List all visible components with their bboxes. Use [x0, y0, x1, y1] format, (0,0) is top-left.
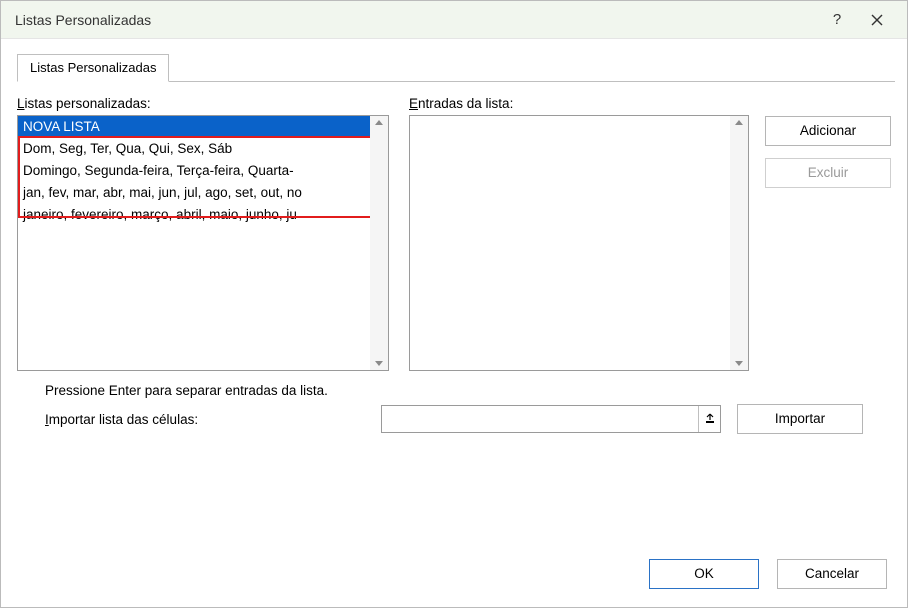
list-item[interactable]: NOVA LISTA — [18, 116, 370, 138]
list-entries-textarea[interactable] — [409, 115, 749, 371]
close-icon — [871, 14, 883, 26]
cancel-button[interactable]: Cancelar — [777, 559, 887, 589]
help-button[interactable]: ? — [817, 5, 857, 35]
scroll-up-icon — [735, 120, 743, 125]
list-entries-label: Entradas da lista: — [409, 96, 749, 111]
scroll-down-icon — [375, 361, 383, 366]
tab-bar: Listas Personalizadas — [1, 39, 907, 81]
tab-custom-lists[interactable]: Listas Personalizadas — [17, 54, 169, 82]
delete-button[interactable]: Excluir — [765, 158, 891, 188]
collapse-dialog-button[interactable] — [698, 406, 720, 432]
ok-button[interactable]: OK — [649, 559, 759, 589]
list-item[interactable]: janeiro, fevereiro, março, abril, maio, … — [18, 204, 370, 226]
scrollbar[interactable] — [370, 116, 388, 370]
close-button[interactable] — [857, 5, 897, 35]
list-item[interactable]: Dom, Seg, Ter, Qua, Qui, Sex, Sáb — [18, 138, 370, 160]
import-cells-label: Importar lista das células: — [45, 412, 381, 427]
list-item[interactable]: Domingo, Segunda-feira, Terça-feira, Qua… — [18, 160, 370, 182]
custom-lists-dialog: Listas Personalizadas ? Listas Personali… — [0, 0, 908, 608]
import-button[interactable]: Importar — [737, 404, 863, 434]
add-button[interactable]: Adicionar — [765, 116, 891, 146]
entries-hint: Pressione Enter para separar entradas da… — [45, 383, 891, 398]
collapse-icon — [704, 413, 716, 425]
dialog-content: Listas personalizadas: NOVA LISTA Dom, S… — [1, 82, 907, 607]
title-bar: Listas Personalizadas ? — [1, 1, 907, 39]
window-title: Listas Personalizadas — [15, 12, 817, 28]
scrollbar[interactable] — [730, 116, 748, 370]
dialog-footer: OK Cancelar — [649, 559, 887, 589]
list-item[interactable]: jan, fev, mar, abr, mai, jun, jul, ago, … — [18, 182, 370, 204]
import-range-input[interactable] — [381, 405, 721, 433]
custom-lists-label: Listas personalizadas: — [17, 96, 389, 111]
scroll-down-icon — [735, 361, 743, 366]
custom-lists-listbox[interactable]: NOVA LISTA Dom, Seg, Ter, Qua, Qui, Sex,… — [17, 115, 389, 371]
scroll-up-icon — [375, 120, 383, 125]
